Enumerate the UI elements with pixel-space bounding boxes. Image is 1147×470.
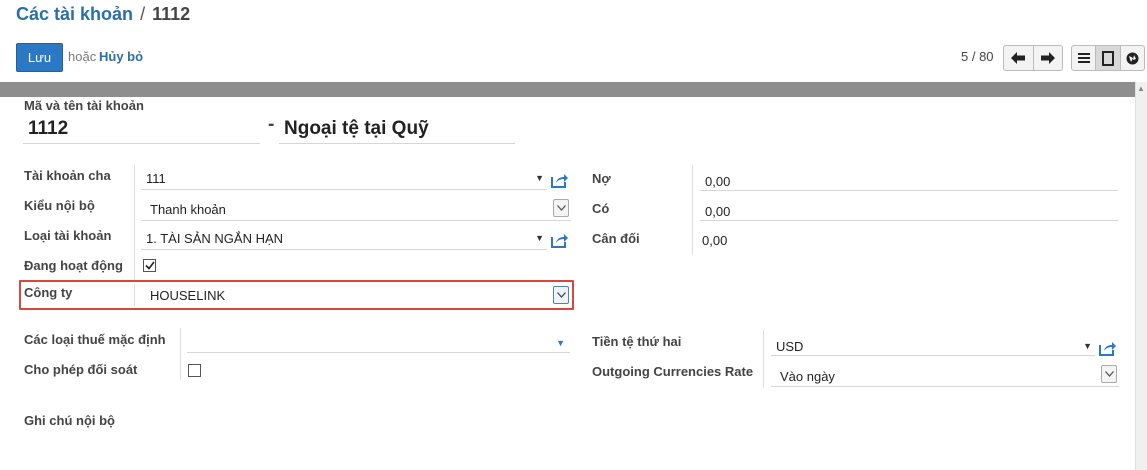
arrow-right-icon	[1040, 52, 1055, 64]
chevron-down-icon	[1104, 371, 1114, 377]
account-code-underline	[23, 143, 260, 144]
company-value: HOUSELINK	[150, 288, 226, 303]
breadcrumb-current: 1112	[152, 4, 191, 24]
left-group-divider	[134, 165, 135, 280]
internal-type-value: Thanh khoản	[150, 202, 226, 217]
reconcile-label: Cho phép đối soát	[24, 362, 138, 377]
checkmark-icon	[144, 261, 155, 270]
company-label: Công ty	[24, 285, 73, 300]
active-checkbox[interactable]	[143, 259, 156, 272]
parent-account-external-link[interactable]	[551, 172, 569, 191]
external-link-icon	[551, 234, 568, 248]
parent-account-label: Tài khoản cha	[24, 168, 111, 183]
debit-label: Nợ	[592, 171, 611, 186]
caret-down-icon[interactable]: ▼	[1083, 341, 1092, 351]
or-text: hoặc	[68, 49, 97, 64]
kanban-view-icon	[1126, 52, 1139, 64]
company-select[interactable]: HOUSELINK	[141, 284, 571, 307]
kanban-view-button[interactable]	[1119, 46, 1144, 70]
arrow-left-icon	[1011, 52, 1026, 64]
reconcile-checkbox[interactable]	[188, 364, 201, 377]
internal-type-dropdown-button[interactable]	[553, 199, 569, 217]
external-link-icon	[551, 174, 568, 188]
default-taxes-input[interactable]: ▼	[187, 330, 570, 353]
account-type-external-link[interactable]	[551, 232, 569, 251]
discard-link[interactable]: Hủy bỏ	[99, 49, 143, 64]
internal-notes-label: Ghi chú nội bộ	[24, 413, 115, 428]
caret-down-icon[interactable]: ▼	[535, 173, 544, 183]
list-view-icon	[1077, 53, 1090, 63]
active-label: Đang hoạt động	[24, 258, 123, 273]
breadcrumb-separator: /	[140, 4, 146, 24]
internal-type-select[interactable]: Thanh khoản	[141, 197, 571, 221]
pager-next-button[interactable]	[1032, 46, 1063, 70]
scrollbar[interactable]	[1135, 82, 1147, 470]
chevron-down-icon	[556, 292, 566, 298]
account-type-label: Loại tài khoản	[24, 228, 112, 243]
save-button[interactable]: Lưu	[16, 43, 63, 72]
company-dropdown-button[interactable]	[553, 286, 569, 304]
account-type-select[interactable]: 1. TÀI SẢN NGẮN HẠN ▼	[141, 227, 547, 250]
second-currency-external-link[interactable]	[1099, 340, 1117, 359]
balance-value: 0,00	[702, 233, 728, 248]
debit-field[interactable]: 0,00	[700, 168, 1118, 191]
lower-left-divider	[180, 328, 181, 380]
breadcrumb-parent-link[interactable]: Các tài khoản	[16, 4, 133, 24]
parent-account-select[interactable]: 111 ▼	[141, 167, 547, 190]
second-currency-value: USD	[776, 339, 804, 354]
view-switcher	[1071, 45, 1145, 71]
list-view-button[interactable]	[1072, 46, 1095, 70]
outgoing-rate-value: Vào ngày	[780, 369, 835, 384]
pager-nav	[1003, 45, 1063, 71]
default-taxes-label: Các loại thuế mặc định	[24, 332, 166, 347]
credit-value: 0,00	[705, 204, 731, 219]
caret-down-icon[interactable]: ▼	[535, 233, 544, 243]
pager-prev-button[interactable]	[1004, 46, 1033, 70]
outgoing-rate-label: Outgoing Currencies Rate	[592, 364, 754, 379]
account-type-value: 1. TÀI SẢN NGẮN HẠN	[146, 231, 284, 246]
company-divider	[134, 284, 135, 306]
right-group-divider	[692, 165, 693, 255]
scroll-up-arrow-icon[interactable]: ▲	[1137, 84, 1145, 93]
code-name-label: Mã và tên tài khoản	[24, 98, 144, 113]
external-link-icon	[1099, 342, 1116, 356]
code-name-dash: -	[268, 114, 275, 135]
account-code-input[interactable]: 1112	[28, 118, 68, 140]
second-currency-select[interactable]: USD ▼	[771, 333, 1095, 356]
caret-down-icon[interactable]: ▼	[556, 338, 565, 348]
lower-right-divider	[763, 330, 764, 388]
internal-type-label: Kiểu nội bộ	[24, 198, 95, 213]
debit-value: 0,00	[705, 174, 731, 189]
chevron-down-icon	[556, 205, 566, 211]
breadcrumb: Các tài khoản / 1112	[16, 4, 190, 25]
outgoing-rate-select[interactable]: Vào ngày	[771, 363, 1119, 387]
credit-label: Có	[592, 201, 610, 216]
second-currency-label: Tiền tệ thứ hai	[592, 334, 682, 349]
parent-account-value: 111	[146, 171, 166, 186]
account-name-underline	[279, 143, 515, 144]
balance-label: Cân đối	[592, 231, 640, 246]
header-separator-bar	[0, 82, 1135, 97]
account-name-input[interactable]: Ngoại tệ tại Quỹ	[284, 118, 429, 140]
pager-counter[interactable]: 5 / 80	[961, 49, 994, 64]
outgoing-rate-dropdown-button[interactable]	[1101, 365, 1117, 383]
form-view-button[interactable]	[1095, 46, 1120, 70]
form-view-icon	[1101, 50, 1114, 66]
credit-field[interactable]: 0,00	[700, 198, 1118, 221]
